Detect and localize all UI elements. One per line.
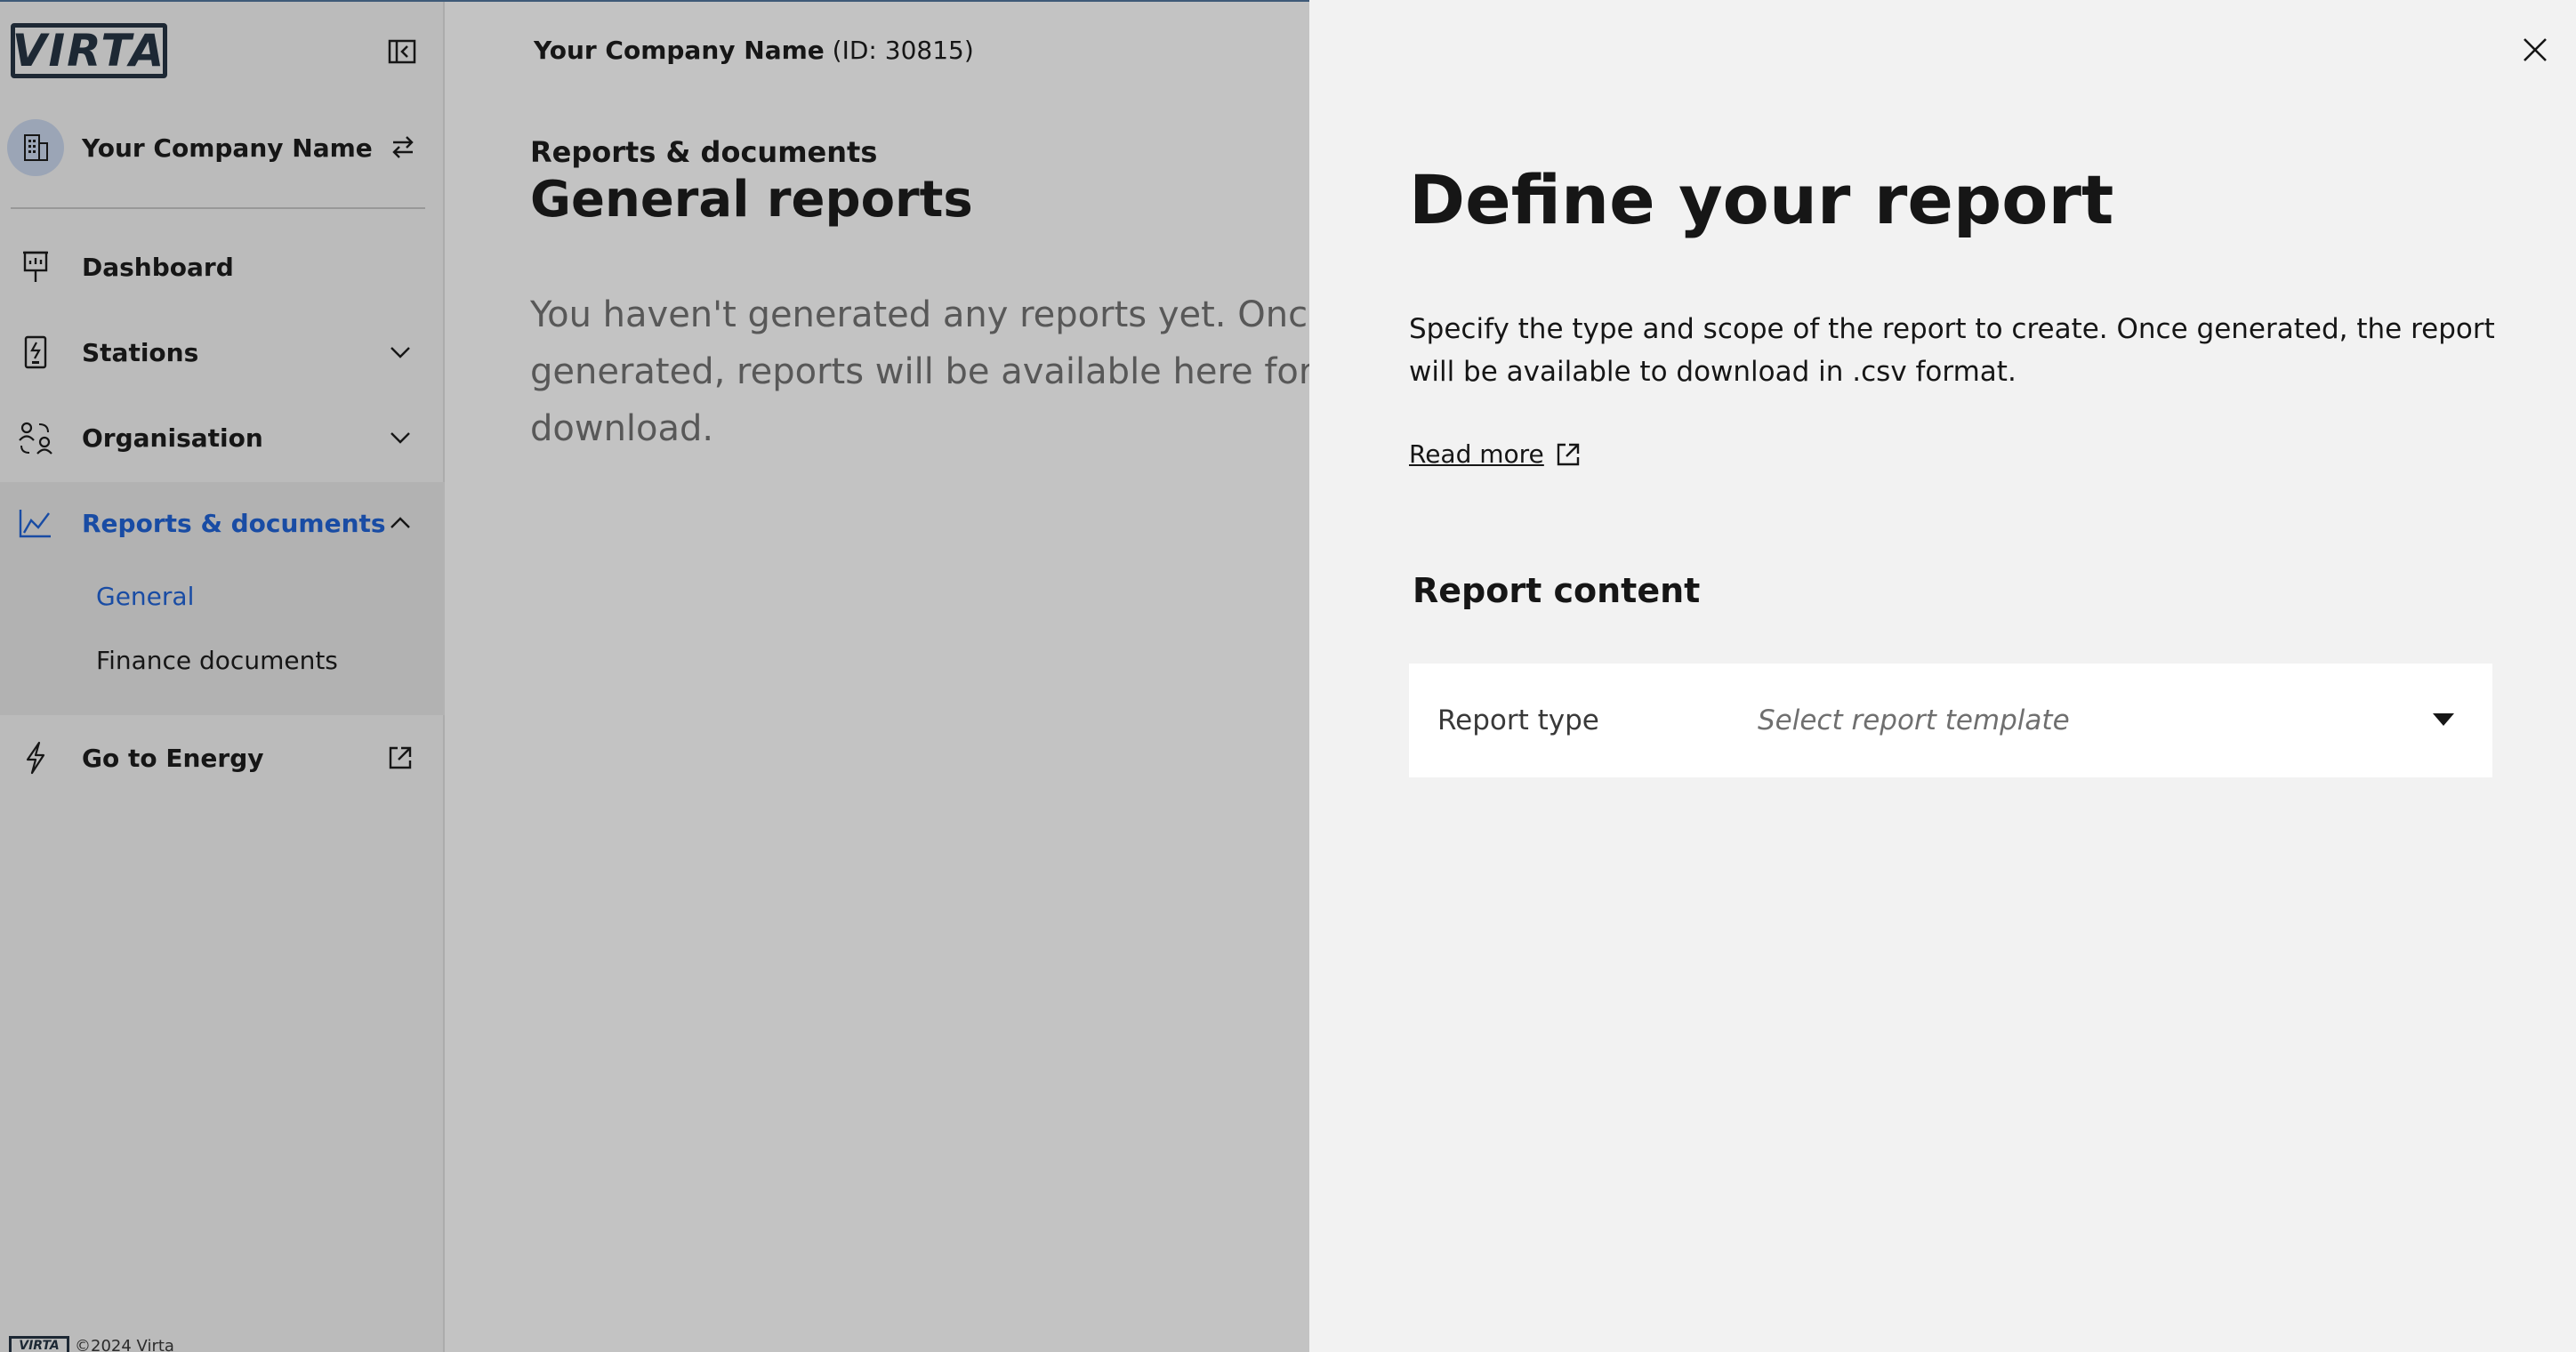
- external-link-icon: [1557, 443, 1579, 465]
- define-report-panel: Define your report Specify the type and …: [1309, 0, 2576, 1352]
- modal-backdrop[interactable]: [0, 0, 1309, 1352]
- caret-down-icon: [2432, 712, 2455, 730]
- section-title-report-content: Report content: [1413, 571, 1701, 610]
- report-type-label: Report type: [1437, 704, 1599, 736]
- panel-title: Define your report: [1409, 160, 2114, 239]
- panel-description: Specify the type and scope of the report…: [1409, 313, 2495, 388]
- close-icon[interactable]: [2516, 30, 2555, 69]
- report-type-select[interactable]: Report type Select report template: [1409, 664, 2492, 777]
- report-type-placeholder: Select report template: [1758, 704, 2070, 736]
- read-more-link[interactable]: Read more: [1409, 439, 1582, 469]
- read-more-label: Read more: [1409, 439, 1544, 469]
